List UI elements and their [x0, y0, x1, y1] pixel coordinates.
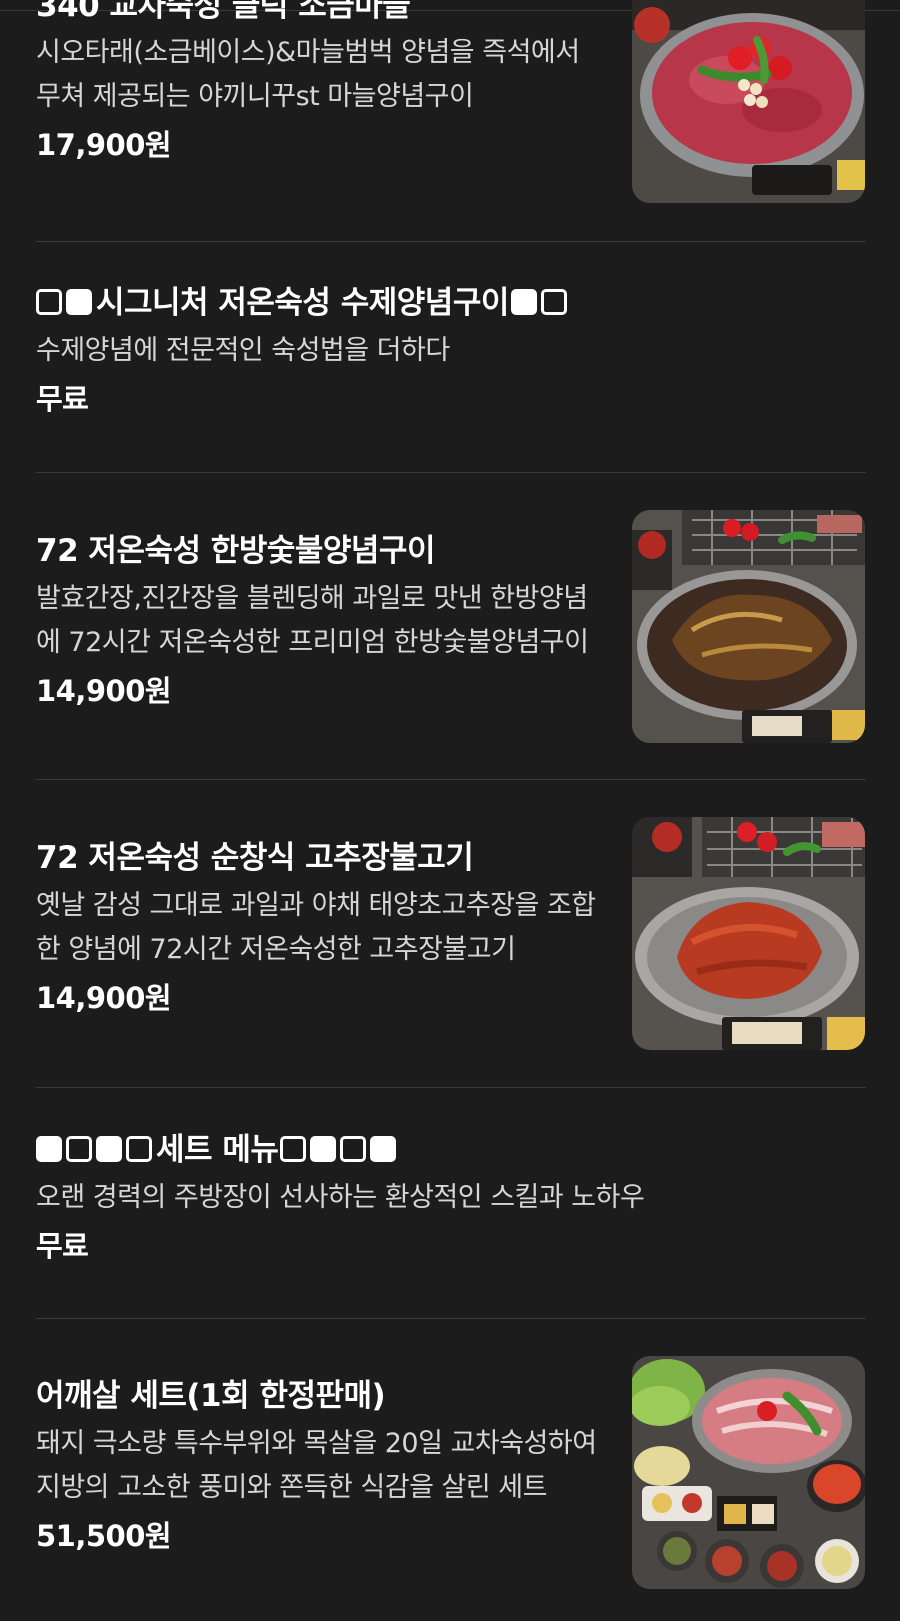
menu-item-price: 무료 — [36, 1229, 89, 1263]
menu-item-title: 시그니처 저온숙성 수제양념구이 — [96, 285, 509, 321]
menu-item-title-row: 세트 메뉴 — [36, 1130, 866, 1170]
menu-item-photo-hanbang[interactable] — [632, 510, 865, 743]
menu-item-signature-header[interactable]: 시그니처 저온숙성 수제양념구이 수제양념에 전문적인 숙성법을 더하다 무료 — [36, 283, 866, 419]
white-square-outline-icon — [280, 1136, 307, 1162]
white-square-filled-icon — [66, 289, 92, 315]
menu-item-title: 72 저온숙성 한방숯불양념구이 — [36, 533, 435, 569]
menu-item-title: 340 교차숙성 클럭 소금마늘 — [36, 0, 411, 24]
menu-item-description: 옛날 감성 그대로 과일과 야채 태양초고추장을 조합한 양념에 72시간 저온… — [36, 890, 596, 965]
menu-divider — [36, 1318, 866, 1319]
menu-item-description: 수제양념에 전문적인 숙성법을 더하다 — [36, 335, 450, 366]
menu-item-photo-gochujang[interactable] — [632, 817, 865, 1050]
menu-divider — [36, 472, 866, 473]
white-square-filled-icon — [310, 1136, 337, 1162]
menu-item-price: 무료 — [36, 382, 89, 416]
menu-item-title: 72 저온숙성 순창식 고추장불고기 — [36, 840, 474, 876]
white-square-outline-icon — [540, 289, 567, 315]
menu-item-description: 발효간장,진간장을 블렌딩해 과일로 맛낸 한방양념에 72시간 저온숙성한 프… — [36, 583, 589, 658]
menu-divider — [36, 779, 866, 780]
white-square-outline-icon — [340, 1136, 367, 1162]
white-square-outline-icon — [66, 1136, 92, 1162]
white-square-filled-icon — [96, 1136, 122, 1162]
menu-divider — [36, 1087, 866, 1088]
white-square-outline-icon — [36, 289, 62, 315]
menu-item-description: 돼지 극소량 특수부위와 목살을 20일 교차숙성하여 지방의 고소한 풍미와 … — [36, 1428, 597, 1503]
menu-item-description: 오랜 경력의 주방장이 선사하는 환상적인 스킬과 노하우 — [36, 1182, 645, 1213]
white-square-filled-icon — [370, 1136, 397, 1162]
white-square-filled-icon — [36, 1136, 62, 1162]
menu-divider — [36, 241, 866, 242]
menu-item-title: 세트 메뉴 — [156, 1132, 279, 1168]
white-square-filled-icon — [510, 289, 537, 315]
menu-item-photo-garlic-salt[interactable] — [632, 0, 865, 203]
menu-item-set-header[interactable]: 세트 메뉴 오랜 경력의 주방장이 선사하는 환상적인 스킬과 노하우 무료 — [36, 1130, 866, 1266]
white-square-outline-icon — [126, 1136, 152, 1162]
menu-item-title: 어깨살 세트(1회 한정판매) — [36, 1378, 386, 1414]
menu-item-photo-shoulder-set[interactable] — [632, 1356, 865, 1589]
menu-item-title-row: 시그니처 저온숙성 수제양념구이 — [36, 283, 866, 323]
menu-item-description: 시오타래(소금베이스)&마늘범벅 양념을 즉석에서 무쳐 제공되는 야끼니꾸st… — [36, 37, 580, 112]
